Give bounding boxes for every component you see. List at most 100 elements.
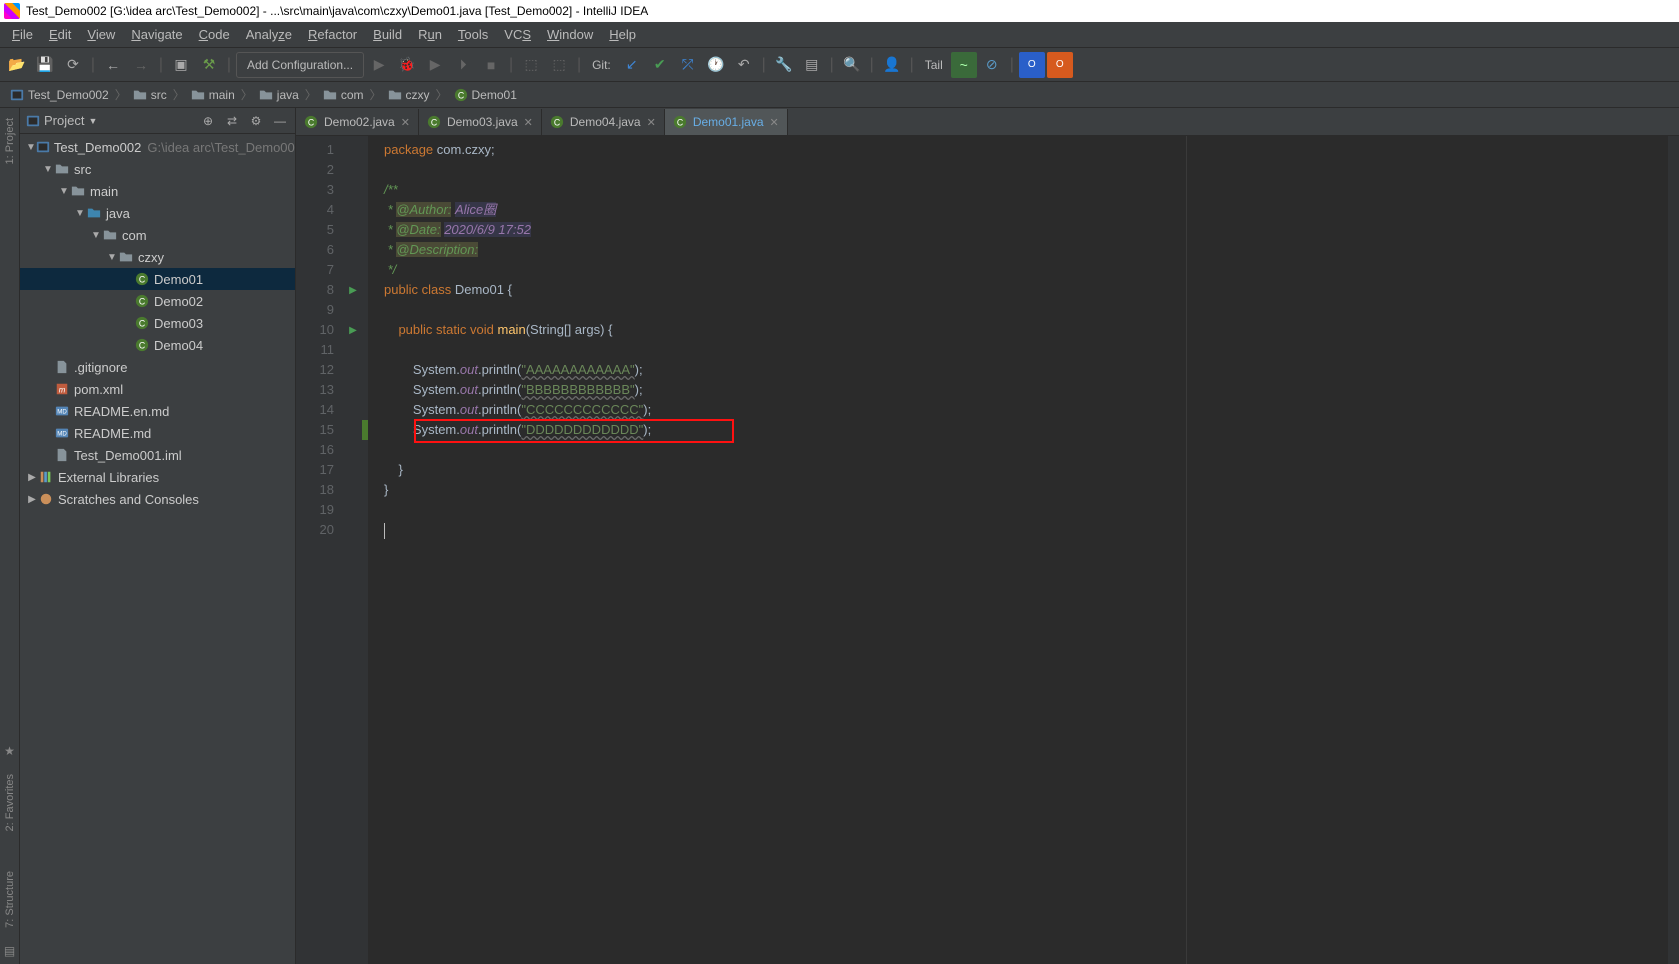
git-revert-icon[interactable]: ↶ bbox=[731, 52, 757, 78]
breadcrumb-item[interactable]: main bbox=[187, 88, 239, 102]
breadcrumb-item[interactable]: Test_Demo002 bbox=[6, 88, 113, 102]
tree-row[interactable]: Demo03 bbox=[20, 312, 295, 334]
tree-row[interactable]: Demo04 bbox=[20, 334, 295, 356]
tree-twisty-icon[interactable]: ▶ bbox=[26, 494, 38, 505]
breadcrumb-sep: 〉 bbox=[367, 86, 383, 103]
attach2-icon[interactable]: ⬚ bbox=[546, 52, 572, 78]
menu-tools[interactable]: Tools bbox=[450, 25, 496, 44]
menu-build[interactable]: Build bbox=[365, 25, 410, 44]
tree-row[interactable]: ▼czxy bbox=[20, 246, 295, 268]
close-tab-icon[interactable]: ✕ bbox=[524, 116, 533, 129]
expand-icon[interactable]: ⇄ bbox=[223, 112, 241, 130]
close-tab-icon[interactable]: ✕ bbox=[401, 116, 410, 129]
search-icon[interactable]: 🔍 bbox=[839, 52, 865, 78]
run-icon[interactable]: ▶ bbox=[366, 52, 392, 78]
breadcrumb-item[interactable]: src bbox=[129, 88, 171, 102]
class-icon bbox=[134, 337, 150, 353]
breadcrumb-bar: Test_Demo002〉src〉main〉java〉com〉czxy〉Demo… bbox=[0, 82, 1679, 108]
tab-favorites[interactable]: 2: Favorites bbox=[2, 764, 18, 841]
close-tab-icon[interactable]: ✕ bbox=[647, 116, 656, 129]
windows-icon[interactable]: ▤ bbox=[4, 938, 15, 964]
tree-row[interactable]: ▼Test_Demo002G:\idea arc\Test_Demo002 bbox=[20, 136, 295, 158]
tab-structure[interactable]: 7: Structure bbox=[2, 861, 18, 938]
menu-help[interactable]: Help bbox=[601, 25, 644, 44]
open-icon[interactable]: 📂 bbox=[4, 52, 30, 78]
tree-row[interactable]: README.en.md bbox=[20, 400, 295, 422]
tree-row[interactable]: ▼com bbox=[20, 224, 295, 246]
project-view-selector[interactable]: Project ▼ bbox=[26, 113, 97, 128]
attach-icon[interactable]: ⬚ bbox=[518, 52, 544, 78]
git-update-icon[interactable]: ↙ bbox=[619, 52, 645, 78]
tab-project[interactable]: 1: Project bbox=[2, 108, 18, 174]
sync-icon[interactable]: ⟳ bbox=[60, 52, 86, 78]
tree-row[interactable]: Demo01 bbox=[20, 268, 295, 290]
breadcrumb-item[interactable]: java bbox=[255, 88, 303, 102]
menu-vcs[interactable]: VCS bbox=[496, 25, 539, 44]
editor-area: Demo02.java✕Demo03.java✕Demo04.java✕Demo… bbox=[296, 108, 1679, 964]
menu-file[interactable]: File bbox=[4, 25, 41, 44]
close-tab-icon[interactable]: ✕ bbox=[770, 116, 779, 129]
save-icon[interactable]: 💾 bbox=[32, 52, 58, 78]
menu-edit[interactable]: Edit bbox=[41, 25, 79, 44]
back-icon[interactable]: ← bbox=[100, 52, 126, 78]
editor-tab[interactable]: Demo03.java✕ bbox=[419, 109, 542, 135]
tree-twisty-icon[interactable]: ▼ bbox=[58, 186, 70, 197]
tree-row[interactable]: Demo02 bbox=[20, 290, 295, 312]
forward-icon[interactable]: → bbox=[128, 52, 154, 78]
coverage-icon[interactable]: ▶ bbox=[422, 52, 448, 78]
tail-stop-icon[interactable]: ⊘ bbox=[979, 52, 1005, 78]
tree-row[interactable]: ▼java bbox=[20, 202, 295, 224]
tree-row[interactable]: .gitignore bbox=[20, 356, 295, 378]
editor-body[interactable]: 1234567891011121314151617181920 ▶▶ packa… bbox=[296, 136, 1679, 964]
code-area[interactable]: package com.czxy; /** * @Author: Alice圈 … bbox=[368, 136, 1667, 964]
stop-icon[interactable]: ■ bbox=[478, 52, 504, 78]
settings-icon[interactable]: 🔧 bbox=[771, 52, 797, 78]
tree-twisty-icon[interactable]: ▼ bbox=[42, 164, 54, 175]
menu-view[interactable]: View bbox=[79, 25, 123, 44]
breadcrumb-item[interactable]: czxy bbox=[384, 88, 434, 102]
tree-twisty-icon[interactable]: ▼ bbox=[90, 230, 102, 241]
tree-row[interactable]: ▶External Libraries bbox=[20, 466, 295, 488]
menu-refactor[interactable]: Refactor bbox=[300, 25, 365, 44]
run-config-dropdown[interactable]: Add Configuration... bbox=[236, 52, 364, 78]
tree-row[interactable]: ▼main bbox=[20, 180, 295, 202]
tree-row[interactable]: ▶Scratches and Consoles bbox=[20, 488, 295, 510]
hide-icon[interactable]: — bbox=[271, 112, 289, 130]
menu-run[interactable]: Run bbox=[410, 25, 450, 44]
git-commit-icon[interactable]: ✔ bbox=[647, 52, 673, 78]
build-icon[interactable]: ▣ bbox=[168, 52, 194, 78]
menu-analyze[interactable]: Analyze bbox=[238, 25, 300, 44]
tail-status-icon[interactable]: ~ bbox=[951, 52, 977, 78]
git-history-icon[interactable]: 🕐 bbox=[703, 52, 729, 78]
project-tree[interactable]: ▼Test_Demo002G:\idea arc\Test_Demo002▼sr… bbox=[20, 134, 295, 964]
tree-row[interactable]: ▼src bbox=[20, 158, 295, 180]
tree-row[interactable]: Test_Demo001.iml bbox=[20, 444, 295, 466]
git-compare-icon[interactable]: ⤱ bbox=[675, 52, 701, 78]
locate-icon[interactable]: ⊕ bbox=[199, 112, 217, 130]
breadcrumb-item[interactable]: com bbox=[319, 88, 368, 102]
tree-twisty-icon[interactable]: ▼ bbox=[26, 142, 36, 153]
debug-icon[interactable]: 🐞 bbox=[394, 52, 420, 78]
breadcrumb-sep: 〉 bbox=[434, 86, 450, 103]
editor-tab[interactable]: Demo04.java✕ bbox=[542, 109, 665, 135]
settings-gear-icon[interactable]: ⚙ bbox=[247, 112, 265, 130]
editor-tab[interactable]: Demo01.java✕ bbox=[665, 109, 788, 135]
tree-row[interactable]: pom.xml bbox=[20, 378, 295, 400]
scroll-map[interactable] bbox=[1667, 136, 1679, 964]
menu-window[interactable]: Window bbox=[539, 25, 601, 44]
avatar-icon[interactable]: 👤 bbox=[879, 52, 905, 78]
hammer-icon[interactable]: ⚒ bbox=[196, 52, 222, 78]
breadcrumb-item[interactable]: Demo01 bbox=[450, 88, 521, 102]
menu-navigate[interactable]: Navigate bbox=[123, 25, 190, 44]
tree-path: G:\idea arc\Test_Demo002 bbox=[147, 140, 295, 155]
profile-icon[interactable]: ⏵ bbox=[450, 52, 476, 78]
tree-twisty-icon[interactable]: ▶ bbox=[26, 472, 38, 483]
tree-twisty-icon[interactable]: ▼ bbox=[106, 252, 118, 263]
ext-blue-icon[interactable]: O bbox=[1019, 52, 1045, 78]
ext-orange-icon[interactable]: O bbox=[1047, 52, 1073, 78]
menu-code[interactable]: Code bbox=[191, 25, 238, 44]
structure-icon[interactable]: ▤ bbox=[799, 52, 825, 78]
editor-tab[interactable]: Demo02.java✕ bbox=[296, 109, 419, 135]
tree-row[interactable]: README.md bbox=[20, 422, 295, 444]
tree-twisty-icon[interactable]: ▼ bbox=[74, 208, 86, 219]
